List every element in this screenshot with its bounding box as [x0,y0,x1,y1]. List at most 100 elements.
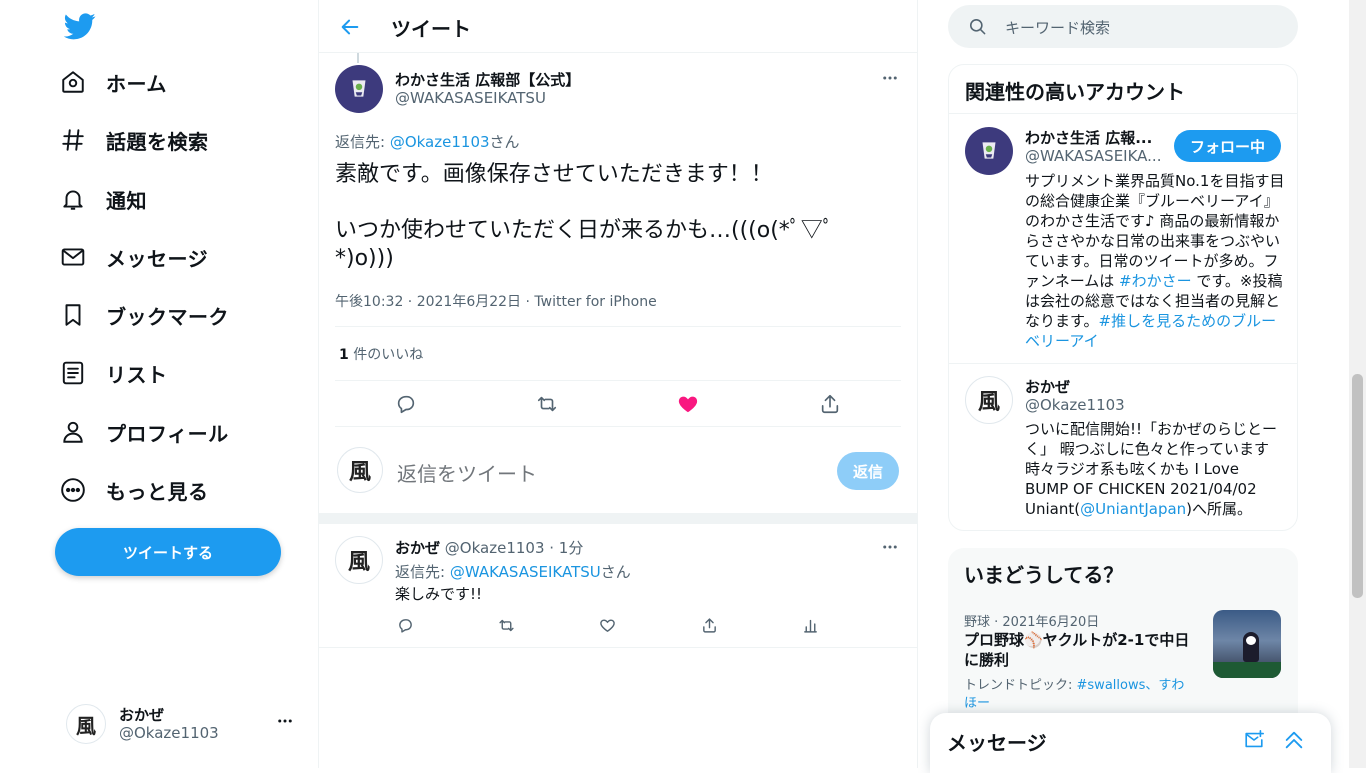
trend-topic: トレンドトピック: #swallows、すわほー [964,677,1196,713]
divider [335,326,901,327]
compose-tweet-button[interactable]: ツイートする [55,528,281,576]
reply-to-link[interactable]: @Okaze1103 [390,133,490,151]
account-handle: @Okaze1103 [119,724,219,742]
right-sidebar: キーワード検索 関連性の高いアカウント わかさ生活 広報... @WAKASAS… [918,0,1366,773]
retweet-action[interactable] [530,389,564,419]
tweet-meta[interactable]: 午後10:32 · 2021年6月22日 · Twitter for iPhon… [335,291,657,311]
nav-explore[interactable]: 話題を検索 [60,116,209,164]
retweet-action[interactable] [495,614,517,636]
topic-prefix: トレンドトピック: [964,678,1077,693]
analytics-action[interactable] [799,614,821,636]
author-handle[interactable]: @Okaze1103 [445,539,545,557]
share-action[interactable] [698,614,720,636]
author-handle[interactable]: @WAKASASEIKATSU [395,89,546,107]
nav-bookmarks[interactable]: ブックマーク [60,291,229,339]
reply-action[interactable] [389,389,423,419]
reply-suffix: さん [489,133,520,151]
profile-icon [60,419,86,445]
trend-thumbnail [1213,610,1281,678]
following-button[interactable]: フォロー中 [1174,130,1281,162]
nav-messages[interactable]: メッセージ [60,233,208,281]
field-shape [1213,662,1281,678]
nav-lists-label: リスト [106,362,168,387]
tweet-more-icon[interactable] [881,538,899,556]
twitter-logo-icon[interactable] [64,10,96,42]
divider [949,363,1297,364]
author-name[interactable]: おかぜ [395,539,440,557]
search-input[interactable]: キーワード検索 [1005,17,1110,38]
tweet-text-line: いつか使わせていただく日が来るかも…(((o(*ﾟ▽ﾟ*)o))) [335,218,834,271]
hashtag-link[interactable]: #わかさー [1119,272,1192,290]
card-title: 関連性の高いアカウント [965,80,1185,104]
avatar[interactable] [965,127,1013,175]
back-arrow-icon[interactable] [339,16,361,38]
reply-to-link[interactable]: @WAKASASEIKATSU [450,563,601,581]
more-dots-icon [276,712,294,730]
like-count-row[interactable]: 1 件のいいね [339,344,423,364]
avatar[interactable]: 風 [965,376,1013,424]
messages-drawer[interactable]: メッセージ [930,713,1331,773]
reply-context: 返信先: @Okaze1103さん [335,131,520,152]
nav-lists[interactable]: リスト [60,349,168,397]
mention-link[interactable]: @UniantJapan [1080,500,1186,518]
nav-messages-label: メッセージ [106,246,209,271]
nav-more[interactable]: もっと見る [60,466,209,514]
tweet-more-icon[interactable] [881,69,899,87]
mail-icon [60,244,86,270]
trend-meta: 野球 · 2021年6月20日 [964,615,1100,630]
scrollbar-thumb[interactable] [1352,374,1363,598]
like-count-label: 件のいいね [348,347,424,363]
reply-suffix: さん [600,563,631,581]
list-icon [60,360,86,386]
tweet-text: 素敵です。画像保存させていただきます！！ いつか使わせていただく日が来るかも…(… [335,161,875,273]
focused-tweet: わかさ生活 広報部【公式】 @WAKASASEIKATSU 返信先: @Okaz… [319,53,917,513]
mascot-face [1246,636,1256,645]
trend-item[interactable]: 野球 · 2021年6月20日 プロ野球⚾ヤクルトが2-1で中日に勝利 トレンド… [948,598,1298,728]
retweet-icon [498,617,515,634]
divider [335,426,901,427]
search-bar[interactable]: キーワード検索 [948,5,1298,48]
nav-notifications[interactable]: 通知 [60,175,147,223]
card-title: いまどうしてる？ [964,563,1124,587]
reply-button[interactable]: 返信 [837,452,899,490]
main-column: ツイート わかさ生活 広報部【公式】 @WAKASASEIKATSU 返信先: … [319,0,918,768]
page-scrollbar[interactable] [1349,0,1366,768]
reply-icon [397,617,414,634]
like-action[interactable] [671,389,705,419]
analytics-icon [802,617,819,634]
reply-tweet[interactable]: 風 おかぜ @Okaze1103 · 1分 返信先: @WAKASASEIKAT… [319,524,917,648]
author-name[interactable]: わかさ生活 広報部【公式】 [395,69,580,90]
avatar[interactable] [335,65,383,113]
reply-input[interactable]: 返信をツイート [397,458,537,487]
avatar[interactable]: 風 [335,536,383,584]
heart-filled-icon [677,393,699,415]
related-accounts-card: 関連性の高いアカウント わかさ生活 広報... @WAKASASEIKA... … [948,64,1298,531]
share-action[interactable] [813,389,847,419]
account-name[interactable]: おかぜ [1025,376,1070,397]
reply-action[interactable] [394,614,416,636]
bookmark-icon [60,302,86,328]
account-handle[interactable]: @Okaze1103 [1025,396,1125,414]
reply-context: 返信先: @WAKASASEIKATSUさん [395,561,631,582]
account-name[interactable]: わかさ生活 広報... [1025,127,1152,148]
account-switcher[interactable]: 風 おかぜ @Okaze1103 [58,698,308,750]
divider [335,380,901,381]
page-header: ツイート [319,0,917,53]
expand-up-icon[interactable] [1283,729,1305,751]
like-action[interactable] [596,614,618,636]
home-icon [60,69,86,95]
reply-tweet-header: おかぜ @Okaze1103 · 1分 [395,537,583,558]
bio-text: )へ所属。 [1186,500,1253,518]
share-icon [819,393,841,415]
new-message-icon[interactable] [1243,729,1265,751]
reply-prefix: 返信先: [335,133,390,151]
nav-bookmarks-label: ブックマーク [106,304,229,329]
tweet-time[interactable]: · 1分 [545,539,583,557]
share-icon [701,617,718,634]
page-title: ツイート [391,17,471,41]
nav-profile[interactable]: プロフィール [60,408,229,456]
nav-home[interactable]: ホーム [60,58,167,106]
reply-icon [395,393,417,415]
account-handle[interactable]: @WAKASASEIKA... [1025,147,1161,165]
avatar: 風 [66,704,106,744]
